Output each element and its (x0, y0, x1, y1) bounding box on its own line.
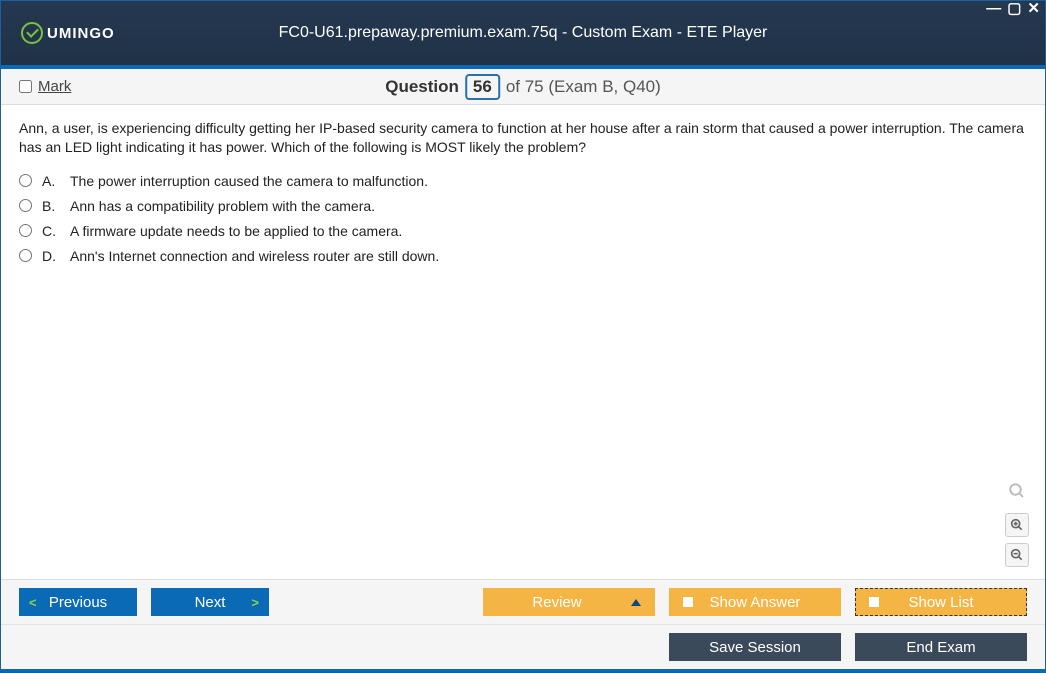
footer-nav: < Previous Next > Review Show Answer Sho… (1, 579, 1045, 624)
end-exam-label: End Exam (906, 639, 975, 656)
show-answer-label: Show Answer (710, 594, 801, 611)
logo-text: UMINGO (47, 25, 115, 42)
save-session-button[interactable]: Save Session (669, 633, 841, 661)
option-c-text: A firmware update needs to be applied to… (70, 223, 402, 239)
question-text: Ann, a user, is experiencing difficulty … (19, 119, 1027, 157)
option-b-letter: B. (42, 198, 60, 214)
show-answer-button[interactable]: Show Answer (669, 588, 841, 616)
next-button[interactable]: Next > (151, 588, 269, 616)
review-button[interactable]: Review (483, 588, 655, 616)
content-area: Ann, a user, is experiencing difficulty … (1, 105, 1045, 579)
option-d-letter: D. (42, 248, 60, 264)
zoom-in-button[interactable] (1005, 513, 1029, 537)
zoom-out-button[interactable] (1005, 543, 1029, 567)
close-button[interactable]: ✕ (1027, 2, 1040, 16)
question-info: Question 56 of 75 (Exam B, Q40) (385, 74, 661, 100)
search-icon[interactable] (1005, 479, 1029, 503)
zoom-controls (1005, 479, 1029, 567)
footer-session: Save Session End Exam (1, 624, 1045, 669)
mark-checkbox[interactable] (19, 80, 32, 93)
triangle-up-icon (631, 599, 641, 606)
save-session-label: Save Session (709, 639, 801, 656)
logo-check-icon (21, 22, 43, 44)
option-c[interactable]: C. A firmware update needs to be applied… (19, 223, 1027, 239)
option-b[interactable]: B. Ann has a compatibility problem with … (19, 198, 1027, 214)
mark-label: Mark (38, 78, 71, 95)
option-c-radio[interactable] (19, 224, 32, 237)
end-exam-button[interactable]: End Exam (855, 633, 1027, 661)
show-list-label: Show List (908, 594, 973, 611)
option-a-text: The power interruption caused the camera… (70, 173, 428, 189)
chevron-right-icon: > (251, 595, 259, 610)
minimize-button[interactable]: — (986, 2, 1001, 16)
question-bar: Mark Question 56 of 75 (Exam B, Q40) (1, 69, 1045, 105)
app-logo: UMINGO (21, 22, 115, 44)
question-total: of 75 (Exam B, Q40) (506, 77, 661, 97)
square-icon (683, 597, 693, 607)
bottom-divider (1, 669, 1045, 672)
square-icon (869, 597, 879, 607)
option-c-letter: C. (42, 223, 60, 239)
chevron-left-icon: < (29, 595, 37, 610)
option-a[interactable]: A. The power interruption caused the cam… (19, 173, 1027, 189)
option-d[interactable]: D. Ann's Internet connection and wireles… (19, 248, 1027, 264)
option-b-radio[interactable] (19, 199, 32, 212)
previous-label: Previous (49, 594, 107, 611)
next-label: Next (195, 594, 226, 611)
app-header: UMINGO FC0-U61.prepaway.premium.exam.75q… (1, 1, 1045, 65)
options-list: A. The power interruption caused the cam… (19, 173, 1027, 264)
option-a-letter: A. (42, 173, 60, 189)
option-a-radio[interactable] (19, 174, 32, 187)
maximize-button[interactable]: ▢ (1007, 2, 1021, 16)
question-number: 56 (465, 74, 500, 100)
review-label: Review (532, 594, 581, 611)
mark-container[interactable]: Mark (19, 78, 71, 95)
previous-button[interactable]: < Previous (19, 588, 137, 616)
show-list-button[interactable]: Show List (855, 588, 1027, 616)
window-title: FC0-U61.prepaway.premium.exam.75q - Cust… (279, 24, 768, 42)
option-d-radio[interactable] (19, 249, 32, 262)
option-b-text: Ann has a compatibility problem with the… (70, 198, 375, 214)
question-label: Question (385, 77, 459, 97)
option-d-text: Ann's Internet connection and wireless r… (70, 248, 439, 264)
